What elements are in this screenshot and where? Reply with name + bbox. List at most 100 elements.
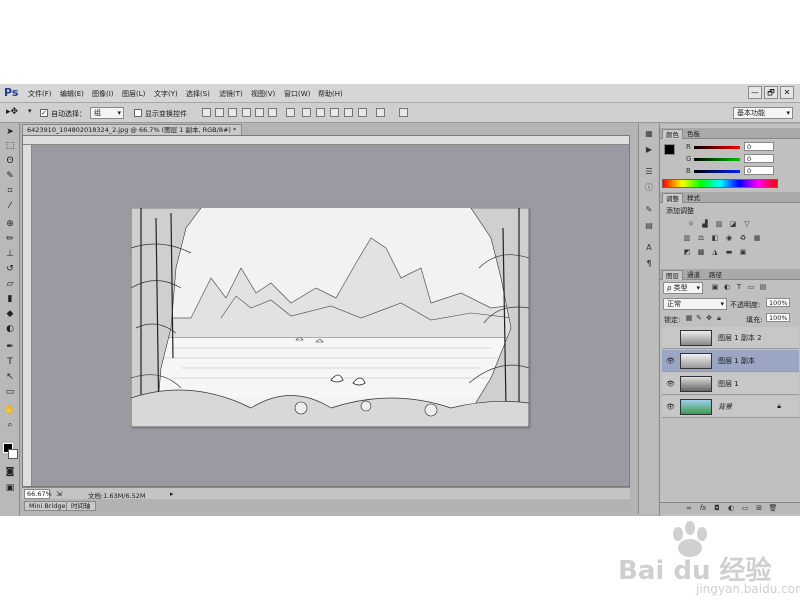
threshold-icon[interactable]: ◮ xyxy=(710,248,720,257)
vibrance-icon[interactable]: ▽ xyxy=(742,220,752,229)
quick-mask-icon[interactable]: ◙ xyxy=(3,465,17,479)
close-button[interactable]: ✕ xyxy=(780,86,794,99)
posterize-icon[interactable]: ▩ xyxy=(696,248,706,257)
tab-swatches[interactable]: 色板 xyxy=(684,129,703,139)
hand-tool-icon[interactable]: ✋ xyxy=(3,403,17,417)
export-icon[interactable]: ⇲ xyxy=(56,490,62,498)
gradient-map-icon[interactable]: ▬ xyxy=(724,248,734,257)
eye-icon[interactable]: 👁︎ xyxy=(666,357,675,365)
document-tab[interactable]: 6423910_104802018324_2.jpg @ 66.7% (图层 1… xyxy=(22,124,242,135)
distribute-top-icon[interactable] xyxy=(286,108,295,117)
color-lookup-icon[interactable]: ▦ xyxy=(752,234,762,243)
hue-sat-icon[interactable]: ▥ xyxy=(682,234,692,243)
layer-row-selected[interactable]: 👁︎ 图层 1 副本 xyxy=(662,350,799,372)
tool-preset-dropdown-icon[interactable]: ▾ xyxy=(28,107,32,115)
filter-pixel-icon[interactable]: ▣ xyxy=(710,283,720,292)
filter-adjust-icon[interactable]: ◐ xyxy=(722,283,732,292)
tab-paths[interactable]: 路径 xyxy=(706,270,725,280)
tab-layers[interactable]: 图层 xyxy=(662,270,683,280)
tab-adjustments[interactable]: 调整 xyxy=(662,193,683,203)
workspace-dropdown[interactable]: 基本功能 xyxy=(733,107,793,119)
character-icon[interactable]: A xyxy=(643,242,655,254)
eye-icon[interactable]: 👁︎ xyxy=(666,380,675,388)
lasso-tool-icon[interactable]: ʘ xyxy=(3,154,17,168)
healing-tool-icon[interactable]: ⊕ xyxy=(3,217,17,231)
menu-window[interactable]: 窗口(W) xyxy=(284,89,310,99)
align-bottom-icon[interactable] xyxy=(228,108,237,117)
eyedropper-tool-icon[interactable]: ⁄ xyxy=(3,199,17,213)
filter-type-icon[interactable]: T xyxy=(734,283,744,292)
distribute-bottom-icon[interactable] xyxy=(316,108,325,117)
distribute-vcenter-icon[interactable] xyxy=(302,108,311,117)
actions-icon[interactable]: ▶ xyxy=(643,144,655,156)
brush-presets-icon[interactable]: ▤ xyxy=(643,220,655,232)
layer-row[interactable]: 图层 1 副本 2 xyxy=(662,327,799,349)
channel-r-value[interactable]: 0 xyxy=(744,142,774,151)
color-spectrum-bar[interactable] xyxy=(662,179,778,188)
tab-mini-bridge[interactable]: Mini Bridge xyxy=(24,501,71,511)
menu-file[interactable]: 文件(F) xyxy=(28,89,52,99)
visibility-off-icon[interactable] xyxy=(666,334,675,342)
filter-smart-icon[interactable]: ▤ xyxy=(758,283,768,292)
marquee-tool-icon[interactable]: ⬚ xyxy=(3,139,17,153)
zoom-tool-icon[interactable]: ⌕ xyxy=(3,418,17,432)
slider-r[interactable] xyxy=(694,146,740,149)
image-canvas[interactable] xyxy=(131,208,529,427)
filter-shape-icon[interactable]: ▭ xyxy=(746,283,756,292)
path-select-tool-icon[interactable]: ↖ xyxy=(3,370,17,384)
brightness-icon[interactable]: ☼ xyxy=(686,220,696,229)
lock-transparent-icon[interactable]: ▦ xyxy=(684,314,694,323)
eraser-tool-icon[interactable]: ▱ xyxy=(3,277,17,291)
distribute-hcenter-icon[interactable] xyxy=(344,108,353,117)
group-icon[interactable]: ▭ xyxy=(740,504,750,513)
selective-color-icon[interactable]: ▣ xyxy=(738,248,748,257)
bw-icon[interactable]: ◧ xyxy=(710,234,720,243)
invert-icon[interactable]: ◩ xyxy=(682,248,692,257)
auto-select-dropdown[interactable]: 组 xyxy=(90,107,124,119)
layer-name[interactable]: 图层 1 副本 2 xyxy=(718,333,762,343)
quick-select-tool-icon[interactable]: ✎ xyxy=(3,169,17,183)
background-color-swatch[interactable] xyxy=(8,449,18,459)
layer-row-background[interactable]: 👁︎ 背景 🔒︎ xyxy=(662,396,799,418)
auto-align-icon[interactable] xyxy=(376,108,385,117)
layer-name[interactable]: 图层 1 副本 xyxy=(718,356,755,366)
photo-filter-icon[interactable]: ◉ xyxy=(724,234,734,243)
eye-icon[interactable]: 👁︎ xyxy=(666,403,675,411)
menu-edit[interactable]: 编辑(E) xyxy=(60,89,84,99)
trash-icon[interactable]: 🗑︎ xyxy=(768,504,778,513)
shape-tool-icon[interactable]: ▭ xyxy=(3,385,17,399)
tab-styles[interactable]: 样式 xyxy=(684,193,703,203)
distribute-left-icon[interactable] xyxy=(330,108,339,117)
fg-color-chip[interactable] xyxy=(664,144,675,155)
layer-row[interactable]: 👁︎ 图层 1 xyxy=(662,373,799,395)
link-icon[interactable]: ∞ xyxy=(684,504,694,513)
dodge-tool-icon[interactable]: ◐ xyxy=(3,322,17,336)
type-tool-icon[interactable]: T xyxy=(3,355,17,369)
color-balance-icon[interactable]: ⚖ xyxy=(696,234,706,243)
restore-button[interactable]: 🗗 xyxy=(764,86,778,99)
fx-icon[interactable]: fx xyxy=(698,504,708,513)
curves-icon[interactable]: ▨ xyxy=(714,220,724,229)
align-top-icon[interactable] xyxy=(202,108,211,117)
blur-tool-icon[interactable]: ◆ xyxy=(3,307,17,321)
layer-name[interactable]: 图层 1 xyxy=(718,379,739,389)
distribute-right-icon[interactable] xyxy=(358,108,367,117)
history-brush-tool-icon[interactable]: ↺ xyxy=(3,262,17,276)
align-left-icon[interactable] xyxy=(242,108,251,117)
menu-view[interactable]: 视图(V) xyxy=(251,89,275,99)
zoom-field[interactable]: 66.67% xyxy=(24,489,52,499)
tab-color[interactable]: 颜色 xyxy=(662,129,683,139)
channel-g-value[interactable]: 0 xyxy=(744,154,774,163)
fill-field[interactable]: 100% xyxy=(766,313,790,322)
move-tool-icon[interactable]: ▸✥ xyxy=(6,107,18,117)
history-icon[interactable]: ▦ xyxy=(643,128,655,140)
opacity-field[interactable]: 100% xyxy=(766,298,790,307)
slider-g[interactable] xyxy=(694,158,740,161)
show-transform-checkbox[interactable] xyxy=(134,109,142,117)
stamp-tool-icon[interactable]: ⊥ xyxy=(3,247,17,261)
tab-channels[interactable]: 通道 xyxy=(684,270,703,280)
properties-icon[interactable]: ☰ xyxy=(643,166,655,178)
brush-panel-icon[interactable]: ✎ xyxy=(643,204,655,216)
menu-layer[interactable]: 图层(L) xyxy=(122,89,145,99)
new-layer-icon[interactable]: ⊞ xyxy=(754,504,764,513)
